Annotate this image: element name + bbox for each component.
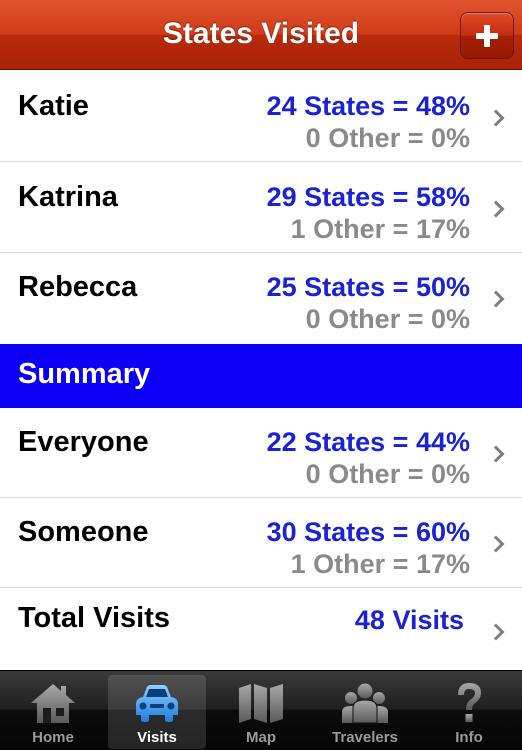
tab-bar: Home Visits Map Travelers Info bbox=[0, 670, 522, 750]
chevron-right-icon bbox=[487, 109, 505, 127]
other-count: 0 Other = 0% bbox=[305, 304, 470, 334]
total-visits-count: 48 Visits bbox=[354, 605, 464, 635]
tab-info[interactable]: Info bbox=[420, 675, 518, 749]
states-count: 25 States = 50% bbox=[266, 272, 470, 302]
summary-name: Someone bbox=[18, 516, 149, 548]
traveler-name: Katrina bbox=[18, 181, 118, 213]
states-count: 29 States = 58% bbox=[266, 182, 470, 212]
traveler-row-rebecca[interactable]: Rebecca 25 States = 50% 0 Other = 0% bbox=[0, 253, 522, 343]
traveler-name: Katie bbox=[18, 90, 89, 122]
page-title: States Visited bbox=[162, 17, 360, 50]
tab-label: Travelers bbox=[332, 729, 398, 746]
map-icon bbox=[239, 684, 283, 723]
people-icon bbox=[342, 683, 388, 724]
chevron-right-icon bbox=[487, 535, 505, 553]
states-count: 24 States = 48% bbox=[266, 91, 470, 121]
summary-row-total-visits[interactable]: Total Visits 48 Visits bbox=[0, 588, 522, 670]
car-icon bbox=[136, 685, 178, 722]
other-count: 1 Other = 17% bbox=[290, 214, 470, 244]
other-count: 1 Other = 17% bbox=[290, 549, 470, 579]
other-count: 0 Other = 0% bbox=[305, 459, 470, 489]
chevron-right-icon bbox=[487, 290, 505, 308]
question-icon bbox=[458, 683, 481, 722]
other-count: 0 Other = 0% bbox=[305, 123, 470, 153]
section-title: Summary bbox=[18, 358, 151, 390]
chevron-right-icon bbox=[487, 200, 505, 218]
tab-label: Map bbox=[246, 729, 276, 746]
navigation-bar: States Visited bbox=[0, 0, 522, 70]
tab-travelers[interactable]: Travelers bbox=[316, 675, 414, 749]
chevron-right-icon bbox=[487, 623, 505, 641]
tab-label: Home bbox=[32, 729, 74, 746]
tab-home[interactable]: Home bbox=[4, 675, 102, 749]
summary-name: Everyone bbox=[18, 426, 149, 458]
chevron-right-icon bbox=[487, 445, 505, 463]
traveler-row-katrina[interactable]: Katrina 29 States = 58% 1 Other = 17% bbox=[0, 163, 522, 253]
summary-row-everyone[interactable]: Everyone 22 States = 44% 0 Other = 0% bbox=[0, 408, 522, 498]
traveler-row-katie[interactable]: Katie 24 States = 48% 0 Other = 0% bbox=[0, 72, 522, 162]
summary-section-header: Summary bbox=[0, 344, 522, 408]
summary-row-someone[interactable]: Someone 30 States = 60% 1 Other = 17% bbox=[0, 498, 522, 588]
tab-map[interactable]: Map bbox=[212, 675, 310, 749]
add-button[interactable] bbox=[460, 12, 514, 59]
house-icon bbox=[31, 684, 75, 723]
tab-label: Visits bbox=[137, 729, 177, 746]
tab-visits[interactable]: Visits bbox=[108, 675, 206, 749]
tab-label: Info bbox=[455, 729, 483, 746]
states-count: 22 States = 44% bbox=[266, 427, 470, 457]
plus-icon bbox=[476, 24, 498, 47]
traveler-name: Rebecca bbox=[18, 271, 138, 303]
states-count: 30 States = 60% bbox=[266, 517, 470, 547]
summary-name: Total Visits bbox=[18, 602, 171, 634]
